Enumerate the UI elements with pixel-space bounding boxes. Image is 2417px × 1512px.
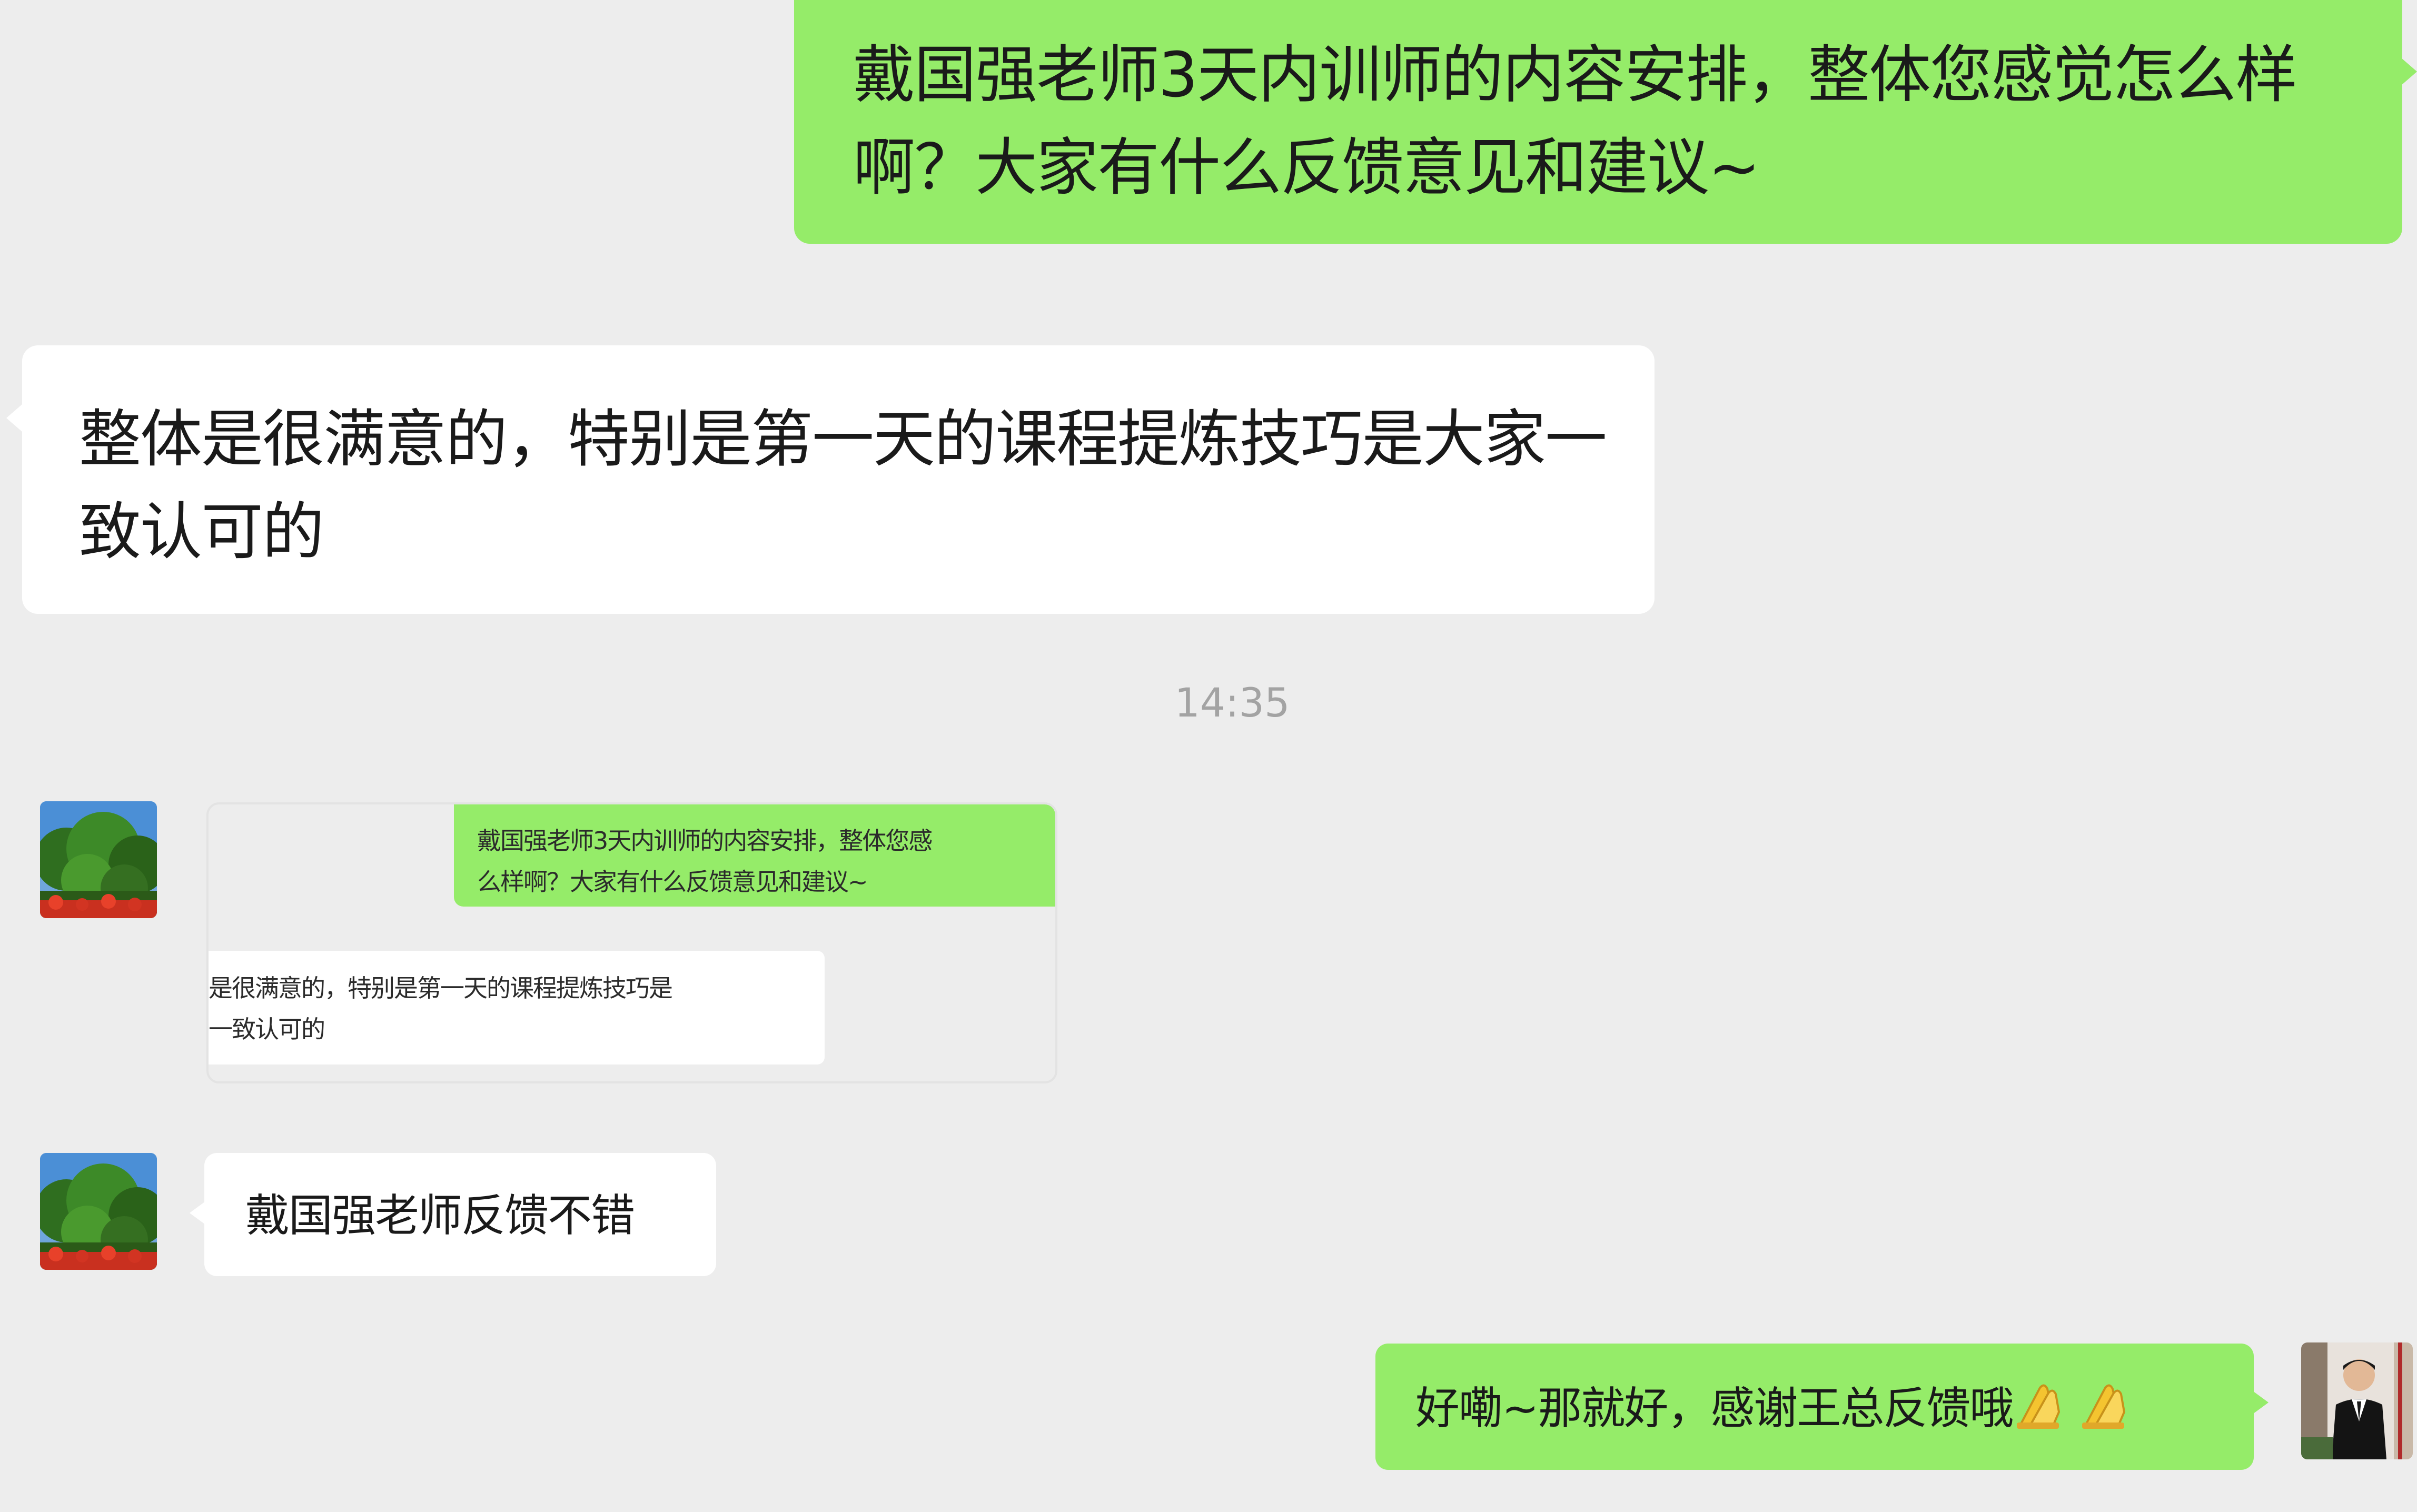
incoming-message-bubble[interactable]: 整体是很满意的，特别是第一天的课程提炼技巧是大家一致认可的 [22,345,1655,614]
message-text: 戴国强老师3天内训师的内容安排，整体您感觉怎么样啊？大家有什么反馈意见和建议~ [853,38,2297,204]
quoted-screenshot-card[interactable]: 戴国强老师3天内训师的内容安排，整体您感 么样啊？大家有什么反馈意见和建议~ 是… [206,802,1057,1083]
quoted-incoming-bubble: 是很满意的，特别是第一天的课程提炼技巧是 一致认可的 [209,951,825,1065]
quoted-outgoing-bubble: 戴国强老师3天内训师的内容安排，整体您感 么样啊？大家有什么反馈意见和建议~ [454,804,1055,907]
timestamp: 14:35 [1174,679,1290,726]
message-text: 整体是很满意的，特别是第一天的课程提炼技巧是大家一致认可的 [79,403,1607,568]
message-text: 好嘞~那就好，感谢王总反馈哦 [1415,1382,2014,1434]
message-text: 戴国强老师反馈不错 [245,1190,635,1241]
bubble-tail [6,404,22,432]
outgoing-message-bubble[interactable]: 好嘞~那就好，感谢王总反馈哦 [1375,1344,2254,1470]
bubble-tail [190,1201,205,1225]
quoted-text: 是很满意的，特别是第一天的课程提炼技巧是 一致认可的 [209,974,673,1043]
tree-avatar-image [40,1153,157,1270]
bubble-tail [2253,1391,2269,1414]
outgoing-message-bubble[interactable]: 戴国强老师3天内训师的内容安排，整体您感觉怎么样啊？大家有什么反馈意见和建议~ [794,0,2402,244]
my-avatar[interactable] [2301,1342,2413,1459]
bubble-tail [2401,58,2417,85]
quoted-text: 戴国强老师3天内训师的内容安排，整体您感 么样啊？大家有什么反馈意见和建议~ [477,827,933,896]
person-avatar-image [2301,1342,2413,1459]
contact-avatar[interactable] [40,801,157,918]
folded-hands-icon [2015,1378,2078,1445]
message-text-row: 好嘞~那就好，感谢王总反馈哦 [1415,1378,2143,1445]
incoming-message-bubble[interactable]: 戴国强老师反馈不错 [204,1153,716,1276]
chat-window: 戴国强老师3天内训师的内容安排，整体您感觉怎么样啊？大家有什么反馈意见和建议~ … [0,0,2417,1512]
tree-avatar-image [40,801,157,918]
contact-avatar[interactable] [40,1153,157,1270]
folded-hands-icon [2080,1378,2143,1445]
